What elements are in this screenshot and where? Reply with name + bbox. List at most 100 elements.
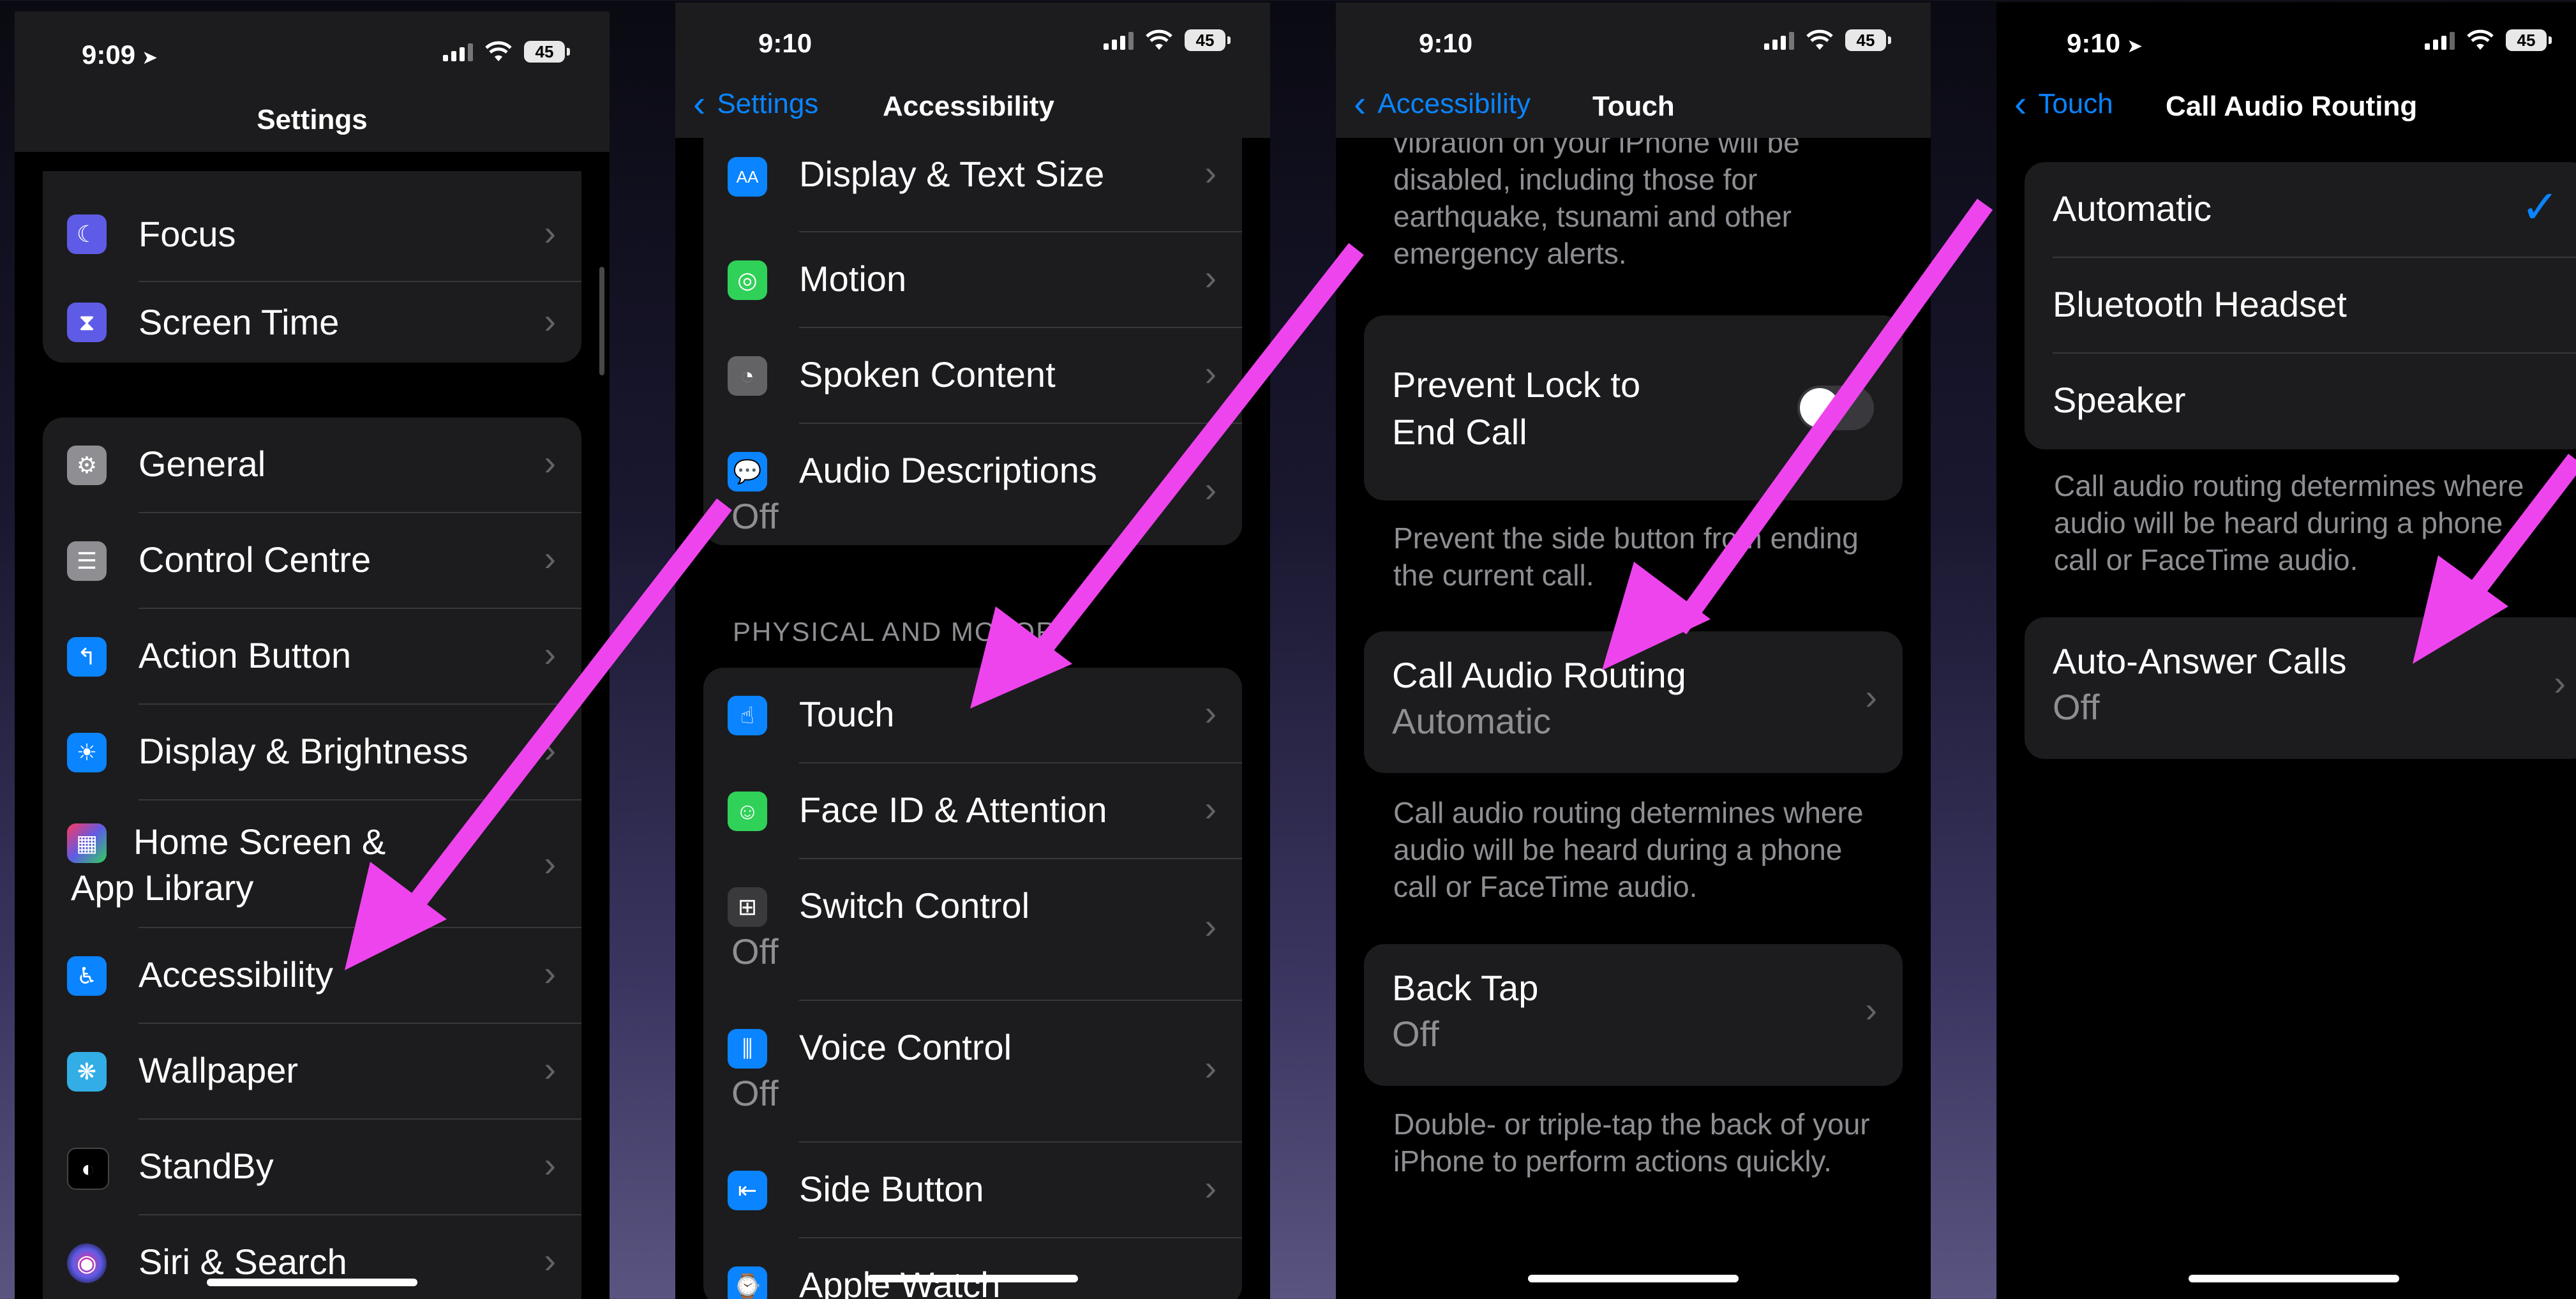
side-button-icon: ⇤ <box>728 1171 767 1210</box>
item-label: Display & Text Size <box>799 154 1105 194</box>
chevron-right-icon: › <box>1204 153 1217 193</box>
call-audio-group: Call Audio Routing Automatic › <box>1364 631 1903 773</box>
item-label: Face ID & Attention <box>799 790 1107 830</box>
chevron-right-icon: › <box>1204 788 1217 829</box>
accessibility-item-display-text-size[interactable]: AA Display & Text Size › <box>703 137 1242 232</box>
back-button[interactable]: ‹ Settings <box>693 83 819 124</box>
sun-icon: ☀ <box>67 733 107 772</box>
motion-icon: ◎ <box>728 260 767 300</box>
routing-option-speaker[interactable]: Speaker <box>2025 354 2576 449</box>
prevent-lock-label-line2: End Call <box>1392 412 1527 452</box>
chevron-left-icon: ‹ <box>2014 83 2027 124</box>
back-label: Touch <box>2038 88 2113 119</box>
accessibility-item-apple-watch[interactable]: ⌚ Apple Watch <box>703 1238 1242 1299</box>
settings-item-general[interactable]: ⚙ General › <box>43 417 581 513</box>
prevent-lock-toggle[interactable] <box>1797 386 1874 430</box>
chevron-right-icon: › <box>1204 1168 1217 1208</box>
chevron-right-icon: › <box>1204 906 1217 946</box>
navigation-bar: 9:10 45 ‹ Accessibility Touch <box>1336 3 1931 138</box>
physical-motor-group: ☝ Touch › ☺ Face ID & Attention › ⊞ Swit… <box>703 668 1242 1299</box>
routing-option-automatic[interactable]: Automatic ✓ <box>2025 162 2576 258</box>
item-label: Screen Time <box>139 302 340 342</box>
accessibility-item-touch[interactable]: ☝ Touch › <box>703 668 1242 763</box>
accessibility-item-face-id[interactable]: ☺ Face ID & Attention › <box>703 763 1242 859</box>
settings-item-accessibility[interactable]: ♿ Accessibility › <box>43 928 581 1024</box>
back-label: Accessibility <box>1377 88 1531 119</box>
wifi-icon <box>2467 29 2494 50</box>
status-bar: 9:09 ➤ 45 <box>15 11 610 88</box>
location-arrow-icon: ➤ <box>2127 36 2143 57</box>
chevron-right-icon: › <box>1204 469 1217 509</box>
settings-item-display-brightness[interactable]: ☀ Display & Brightness › <box>43 705 581 800</box>
accessibility-item-side-button[interactable]: ⇤ Side Button › <box>703 1143 1242 1238</box>
audio-descriptions-icon: 💬 <box>728 452 767 492</box>
back-tap-footer: Double- or triple-tap the back of your i… <box>1393 1108 1870 1178</box>
scroll-indicator[interactable] <box>599 267 604 375</box>
routing-options-group: Automatic ✓ Bluetooth Headset Speaker <box>2025 162 2576 449</box>
chevron-left-icon: ‹ <box>693 83 706 124</box>
prevent-lock-label: Prevent Lock to <box>1392 364 1641 405</box>
home-grid-icon: ▦ <box>67 823 107 863</box>
text-size-icon: AA <box>728 157 767 197</box>
chevron-left-icon: ‹ <box>1354 83 1367 124</box>
accessibility-icon: ♿ <box>67 956 107 996</box>
accessibility-item-switch-control[interactable]: ⊞ Switch Control Off › <box>703 859 1242 1001</box>
chevron-right-icon: › <box>1204 257 1217 297</box>
status-time: 9:10 <box>1419 28 1473 58</box>
home-indicator[interactable] <box>1528 1275 1739 1282</box>
back-button[interactable]: ‹ Touch <box>2014 83 2113 124</box>
item-label: General <box>139 444 266 484</box>
auto-answer-calls-row[interactable]: Auto-Answer Calls Off › <box>2025 617 2576 759</box>
option-label: Automatic <box>2053 188 2212 229</box>
settings-item-wallpaper[interactable]: ❋ Wallpaper › <box>43 1024 581 1120</box>
back-label: Settings <box>717 88 819 119</box>
settings-item-standby[interactable]: ◐ StandBy › <box>43 1120 581 1215</box>
settings-item-focus[interactable]: ☾ Focus › <box>43 186 581 282</box>
back-button[interactable]: ‹ Accessibility <box>1354 83 1531 124</box>
item-label: Action Button <box>139 635 352 675</box>
home-indicator[interactable] <box>867 1275 1078 1282</box>
call-audio-routing-row[interactable]: Call Audio Routing Automatic › <box>1364 631 1903 773</box>
item-label: Call Audio Routing <box>1392 655 1686 695</box>
item-label: StandBy <box>139 1146 274 1186</box>
checkmark-icon: ✓ <box>2520 182 2559 233</box>
auto-answer-group: Auto-Answer Calls Off › <box>2025 617 2576 759</box>
settings-item-home-screen[interactable]: ▦ Home Screen & App Library › <box>43 800 581 928</box>
routing-option-bluetooth-headset[interactable]: Bluetooth Headset <box>2025 258 2576 354</box>
navigation-bar: 9:10 ➤ 45 ‹ Touch Call Audio Routing <box>1996 3 2576 138</box>
chevron-right-icon: › <box>544 730 556 770</box>
wallpaper-flower-icon: ❋ <box>67 1052 107 1092</box>
item-label: Auto-Answer Calls <box>2053 641 2347 681</box>
wifi-icon <box>485 41 512 61</box>
item-label: Touch <box>799 694 895 734</box>
call-audio-footer: Call audio routing determines where audi… <box>1393 796 1864 903</box>
accessibility-item-spoken-content[interactable]: ◔ Spoken Content › <box>703 328 1242 424</box>
item-value: Off <box>731 496 779 536</box>
home-indicator[interactable] <box>2189 1275 2399 1282</box>
item-label: Motion <box>799 259 907 299</box>
settings-item-control-centre[interactable]: ☰ Control Centre › <box>43 513 581 609</box>
home-indicator[interactable] <box>207 1279 417 1286</box>
accessibility-item-voice-control[interactable]: ⫼ Voice Control Off › <box>703 1001 1242 1143</box>
back-tap-row[interactable]: Back Tap Off › <box>1364 944 1903 1086</box>
settings-item-action-button[interactable]: ↰ Action Button › <box>43 609 581 705</box>
status-time: 9:10 <box>758 28 812 58</box>
page-title: Touch <box>1592 91 1675 122</box>
siri-icon: ◉ <box>67 1243 107 1283</box>
accessibility-item-audio-descriptions[interactable]: 💬 Audio Descriptions Off › <box>703 424 1242 545</box>
settings-screen: 9:09 ➤ 45 Settings ☾ Focus › ⧗ Screen Tim… <box>15 11 610 1299</box>
status-bar: 9:10 ➤ 45 <box>1996 3 2576 79</box>
chevron-right-icon: › <box>1204 693 1217 733</box>
page-title: Call Audio Routing <box>2166 91 2418 122</box>
accessibility-item-motion[interactable]: ◎ Motion › <box>703 232 1242 328</box>
item-label: Display & Brightness <box>139 731 468 771</box>
chevron-right-icon: › <box>544 301 556 341</box>
navigation-bar: 9:09 ➤ 45 Settings <box>15 11 610 152</box>
item-value: Off <box>2053 687 2100 727</box>
settings-item-siri-search[interactable]: ◉ Siri & Search › <box>43 1215 581 1299</box>
settings-item-screen-time[interactable]: ⧗ Screen Time › <box>43 282 581 363</box>
item-label: Control Centre <box>139 539 371 580</box>
section-header: PHYSICAL AND MOTOR <box>733 617 1057 647</box>
back-tap-group: Back Tap Off › <box>1364 944 1903 1086</box>
battery-icon: 45 <box>524 41 570 63</box>
